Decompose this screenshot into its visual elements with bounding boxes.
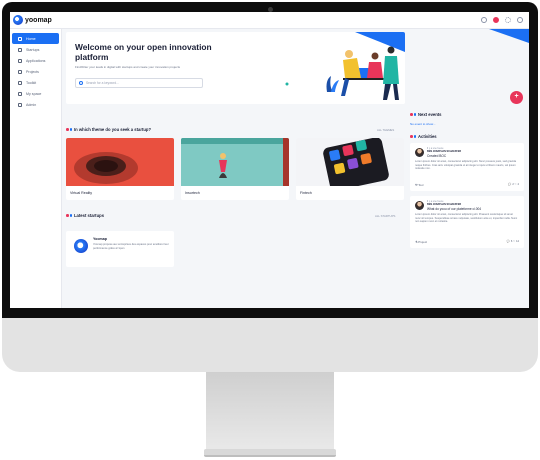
- sidebar-item-label: Home: [26, 36, 36, 41]
- themes-section-title: In which theme do you seek a startup?: [66, 127, 151, 132]
- home-icon: [18, 36, 22, 41]
- search-placeholder: Search for a keyword...: [86, 81, 119, 85]
- activity-tag-label: Tool: [418, 183, 424, 187]
- like-count: 14: [516, 240, 519, 243]
- monitor-base: [204, 449, 336, 457]
- top-icons: [481, 17, 523, 23]
- activity-body: Lorem ipsum dolor sit amet, consectetur …: [415, 160, 517, 171]
- like-count: 4: [517, 183, 519, 186]
- top-bar: yoomap: [10, 12, 529, 29]
- logo[interactable]: yoomap: [13, 15, 52, 25]
- theme-image: [66, 138, 174, 186]
- add-button[interactable]: +: [510, 91, 523, 104]
- sidebar-item-label: Startups: [26, 47, 40, 52]
- dot-icon: [66, 128, 69, 131]
- dot-icon: [69, 128, 72, 131]
- hero-banner: Welcome on your open innovation platform…: [66, 32, 405, 104]
- tools-icon: [18, 80, 22, 85]
- dot-icon: [69, 214, 72, 217]
- theme-card-fintech[interactable]: Fintech: [296, 138, 404, 200]
- monitor-chin: [2, 318, 538, 372]
- activity-card[interactable]: Il y a une heure BEN JONATHAN SCHAEFFER …: [410, 196, 524, 248]
- activities-title-text: Activities: [418, 134, 437, 139]
- activity-subject: Created BOC: [427, 153, 447, 158]
- activity-stats: 💬 2 ♡ 4: [508, 183, 519, 186]
- user-icon[interactable]: [517, 17, 523, 23]
- theme-image: [181, 138, 289, 186]
- search-input[interactable]: Search for a keyword...: [75, 78, 203, 88]
- activity-body: Lorem ipsum dolor sit amet, consectetur …: [415, 213, 518, 224]
- activity-tag[interactable]: ⚗ Project: [415, 240, 427, 244]
- startup-card[interactable]: Yoomap Yoomap propose aux entreprises de…: [66, 231, 174, 267]
- activity-subject: What do yoou of our plateforme ci.004: [427, 206, 482, 211]
- logo-mark-icon: [13, 15, 23, 25]
- sidebar-item-label: Projects: [26, 69, 39, 74]
- sidebar-item-label: Toolkit: [26, 80, 37, 85]
- all-startups-link[interactable]: ALL STARTUPS: [375, 214, 395, 218]
- sidebar: Home Startups Applications Projects Tool…: [10, 29, 62, 308]
- events-title: Next events: [410, 112, 442, 117]
- comment-count: 2: [512, 183, 514, 186]
- hero-title: Welcome on your open innovation platform: [75, 42, 212, 62]
- dot-icon: [66, 214, 69, 217]
- avatar: [415, 148, 424, 157]
- sidebar-item-projects[interactable]: Projects: [12, 66, 59, 77]
- main-content: Welcome on your open innovation platform…: [66, 32, 405, 308]
- theme-card-label: Insurtech: [185, 191, 200, 195]
- startup-logo-icon: [74, 239, 88, 253]
- hero-illustration: [235, 32, 405, 104]
- notification-icon[interactable]: [493, 17, 499, 23]
- activities-title: Activities: [410, 134, 437, 139]
- startup-name: Yoomap: [93, 237, 107, 241]
- latest-startups-title: Latest startups: [66, 213, 104, 218]
- app-screen: yoomap Home Startups Applications Projec…: [10, 12, 529, 308]
- sidebar-item-label: Admin: [26, 102, 37, 107]
- themes-title-text: In which theme do you seek a startup?: [74, 127, 152, 132]
- sidebar-item-startups[interactable]: Startups: [12, 44, 59, 55]
- flask-icon: [18, 69, 22, 74]
- theme-card-insurtech[interactable]: Insurtech: [181, 138, 289, 200]
- monitor-frame: yoomap Home Startups Applications Projec…: [0, 0, 540, 460]
- mail-icon: [18, 58, 22, 63]
- user-icon: [18, 91, 22, 96]
- sidebar-item-my-space[interactable]: My space: [12, 88, 59, 99]
- all-themes-link[interactable]: ALL THEMES: [377, 128, 394, 132]
- sidebar-item-admin[interactable]: Admin: [12, 99, 59, 110]
- latest-title-text: Latest startups: [74, 213, 105, 218]
- decorative-corner: [489, 29, 529, 43]
- search-icon[interactable]: [481, 17, 487, 23]
- sidebar-item-home[interactable]: Home: [12, 33, 59, 44]
- search-icon: [79, 81, 83, 85]
- dot-icon: [413, 113, 416, 116]
- avatar: [415, 201, 424, 210]
- theme-card-label: Virtual Reality: [70, 191, 93, 195]
- dot-icon: [413, 135, 416, 138]
- activity-stats: 💬 6 ♡ 14: [506, 240, 519, 243]
- monitor-stand: [206, 372, 334, 450]
- activity-tag-label: Project: [418, 240, 428, 244]
- sidebar-item-toolkit[interactable]: Toolkit: [12, 77, 59, 88]
- theme-card-label: Fintech: [300, 191, 312, 195]
- hero-subtitle: Find/Filter your leads in digital with s…: [75, 65, 181, 69]
- rocket-icon: [18, 47, 22, 52]
- gear-icon: [18, 102, 22, 107]
- no-events-text: No event to show...: [410, 122, 436, 126]
- logo-text: yoomap: [25, 16, 52, 24]
- theme-image: [296, 138, 404, 191]
- activity-tag[interactable]: ⚒ Tool: [415, 183, 423, 187]
- settings-icon[interactable]: [505, 17, 511, 23]
- sidebar-item-label: My space: [26, 91, 42, 96]
- sidebar-item-label: Applications: [26, 58, 46, 63]
- theme-card-virtual-reality[interactable]: Virtual Reality: [66, 138, 174, 200]
- startup-description: Yoomap propose aux entreprises des espac…: [93, 243, 169, 250]
- comment-count: 6: [510, 240, 513, 243]
- sidebar-item-applications[interactable]: Applications: [12, 55, 59, 66]
- dot-icon: [410, 135, 413, 138]
- events-title-text: Next events: [418, 112, 442, 117]
- activity-card[interactable]: Il y a une heure BEN JONATHAN SCHAEFFER …: [410, 143, 524, 191]
- dot-icon: [410, 113, 413, 116]
